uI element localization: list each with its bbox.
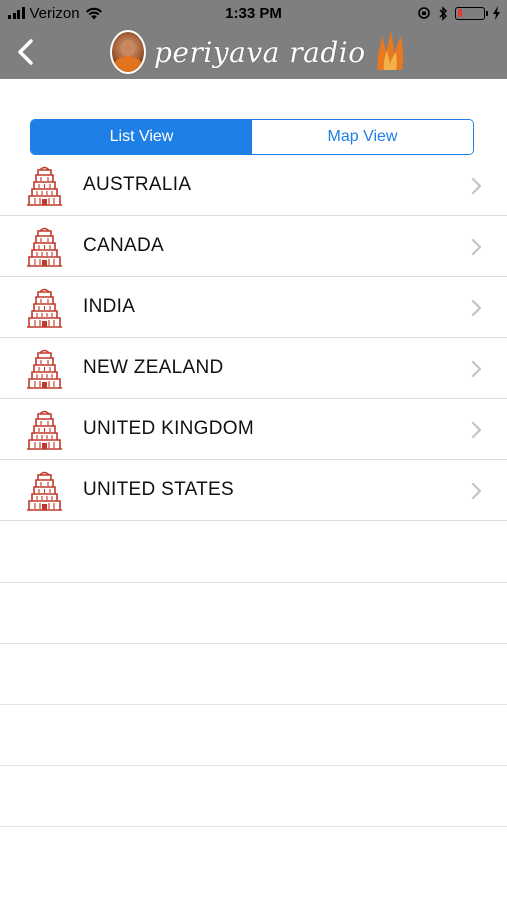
- chevron-right-icon: [471, 238, 483, 256]
- chevron-right-icon: [471, 177, 483, 195]
- wifi-icon: [85, 7, 102, 19]
- status-left: Verizon: [8, 5, 103, 22]
- logo-portrait-icon: [110, 30, 146, 74]
- country-list: AUSTRALIA CANADA INDIA NEW ZEALAND UNITED KI…: [0, 155, 507, 521]
- country-row[interactable]: INDIA: [0, 277, 507, 338]
- chevron-right-icon: [471, 421, 483, 439]
- status-right: [417, 5, 501, 21]
- view-mode-segmented-control: List View Map View: [30, 119, 474, 155]
- country-name: NEW ZEALAND: [83, 357, 224, 378]
- empty-row: [0, 522, 507, 583]
- temple-gopuram-icon: [24, 470, 65, 512]
- empty-table-rows: [0, 522, 507, 827]
- status-bar: Verizon 1:33 PM: [0, 0, 507, 26]
- cellular-signal-icon: [8, 7, 25, 19]
- empty-row: [0, 644, 507, 705]
- country-name: CANADA: [83, 235, 164, 256]
- app-logo: periyava radio: [110, 29, 406, 75]
- chevron-right-icon: [471, 360, 483, 378]
- carrier-label: Verizon: [29, 4, 80, 22]
- chevron-right-icon: [471, 299, 483, 317]
- country-name: AUSTRALIA: [83, 174, 192, 195]
- temple-gopuram-icon: [24, 165, 65, 207]
- temple-gopuram-icon: [24, 348, 65, 390]
- navigation-bar: periyava radio: [0, 26, 507, 79]
- back-chevron-icon[interactable]: [14, 38, 38, 66]
- country-row[interactable]: UNITED KINGDOM: [0, 399, 507, 460]
- empty-row: [0, 766, 507, 827]
- list-view-tab[interactable]: List View: [31, 120, 252, 154]
- country-row[interactable]: CANADA: [0, 216, 507, 277]
- temple-gopuram-icon: [24, 226, 65, 268]
- country-row[interactable]: NEW ZEALAND: [0, 338, 507, 399]
- country-row[interactable]: AUSTRALIA: [0, 155, 507, 216]
- bluetooth-icon: [439, 5, 448, 21]
- charging-bolt-icon: [493, 6, 500, 20]
- temple-gopuram-icon: [24, 287, 65, 329]
- flame-icon: [377, 32, 403, 70]
- map-view-tab[interactable]: Map View: [252, 120, 473, 154]
- country-row[interactable]: UNITED STATES: [0, 460, 507, 521]
- orientation-lock-icon: [418, 7, 430, 19]
- country-name: UNITED KINGDOM: [83, 418, 254, 439]
- empty-row: [0, 583, 507, 644]
- empty-row: [0, 705, 507, 766]
- battery-icon: [455, 6, 488, 20]
- app-title: periyava radio: [154, 35, 366, 69]
- temple-gopuram-icon: [24, 409, 65, 451]
- chevron-right-icon: [471, 482, 483, 500]
- country-name: INDIA: [83, 296, 136, 317]
- country-name: UNITED STATES: [83, 479, 234, 500]
